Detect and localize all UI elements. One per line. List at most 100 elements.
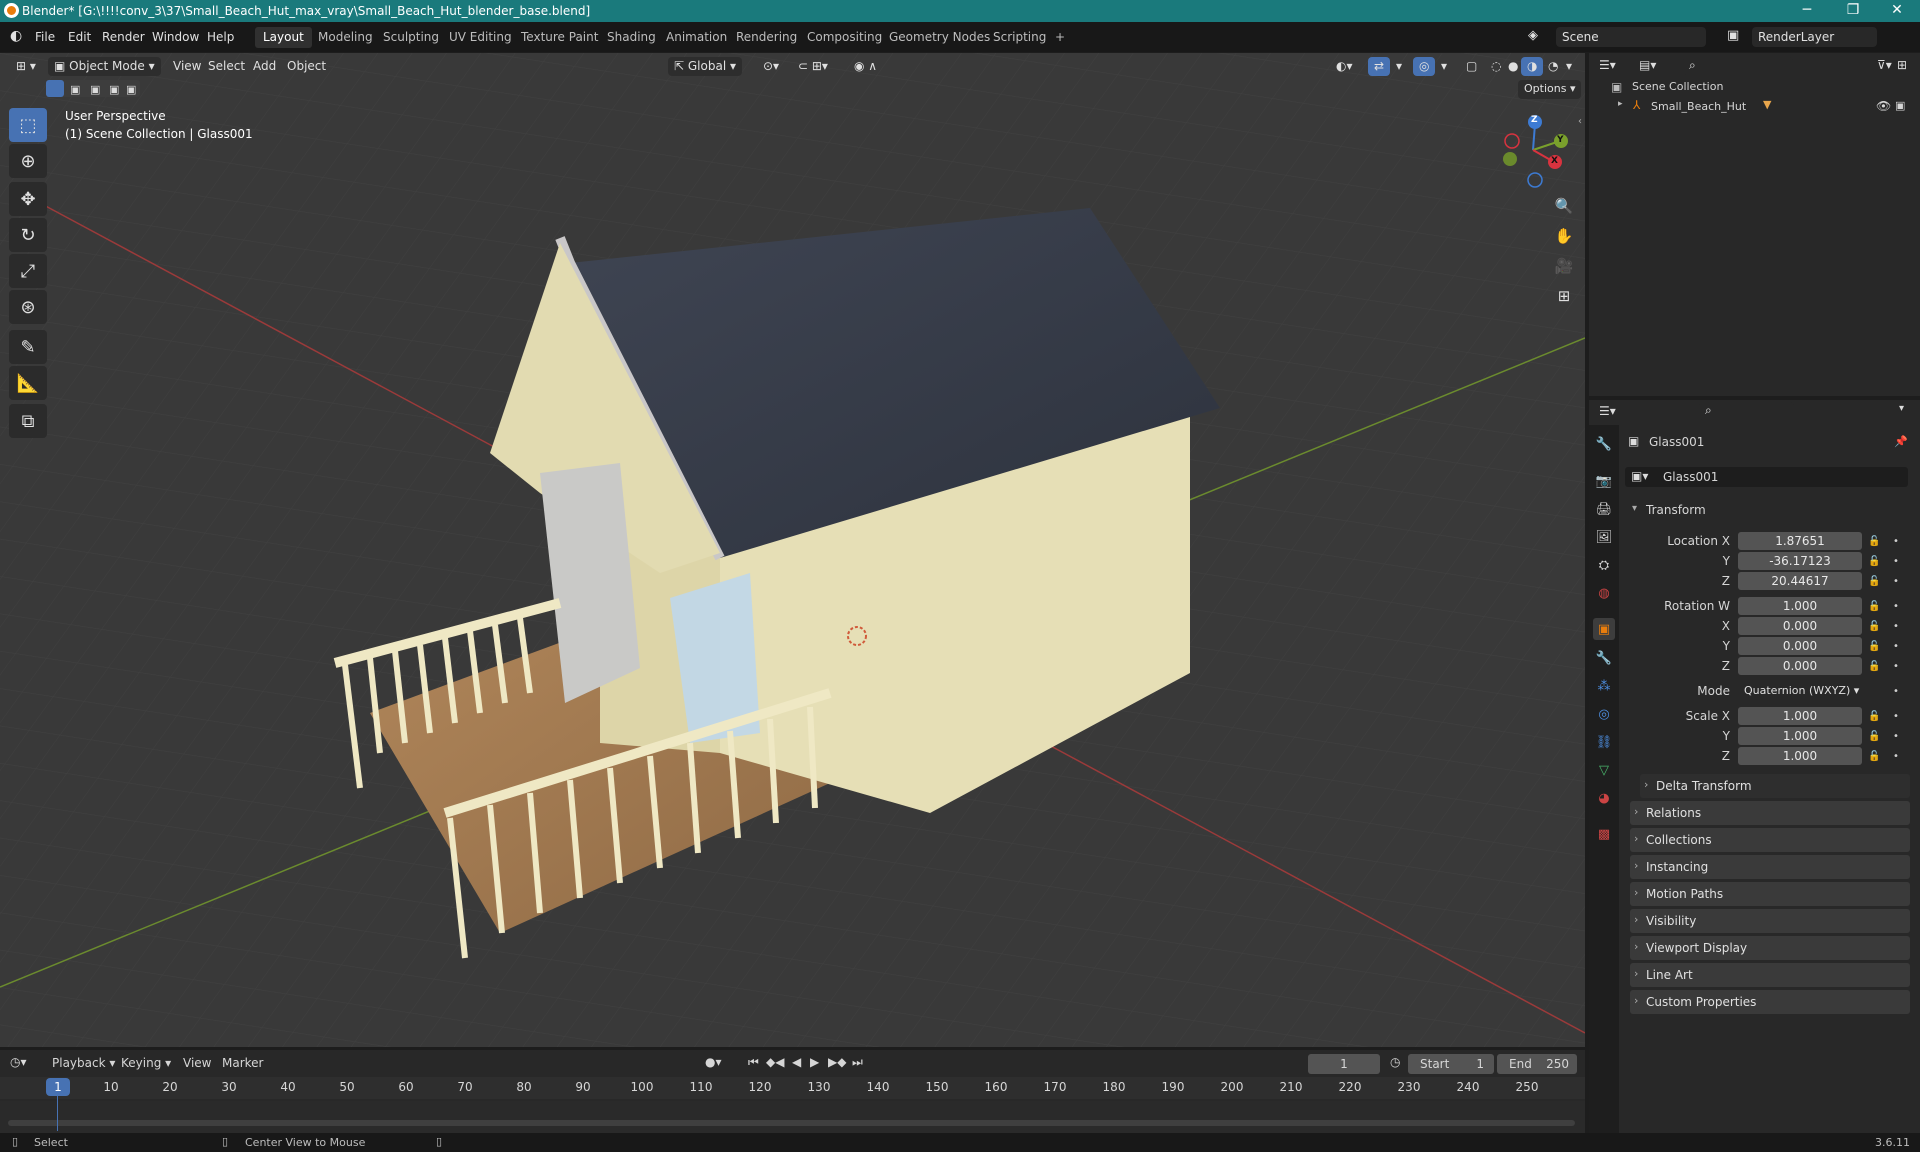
- overlay-toggle-icon[interactable]: ◎: [1413, 57, 1436, 76]
- 3d-viewport[interactable]: [0, 53, 1585, 1047]
- lock-rotation-w-icon[interactable]: 🔓: [1868, 601, 1880, 612]
- constraints-tab-icon[interactable]: ⛓: [1593, 731, 1615, 753]
- pin-icon[interactable]: 📌: [1894, 435, 1908, 448]
- tab-geometry-nodes[interactable]: Geometry Nodes: [881, 27, 998, 48]
- navigation-gizmo[interactable]: Z Y X: [1500, 112, 1570, 192]
- motion-paths-panel[interactable]: › Motion Paths: [1630, 882, 1910, 906]
- lock-scale-y-icon[interactable]: 🔓: [1868, 731, 1880, 742]
- material-shading-icon[interactable]: ◑: [1521, 57, 1544, 76]
- orientation-selector[interactable]: ⇱ Global ▾: [668, 57, 742, 76]
- visibility-panel[interactable]: › Visibility: [1630, 909, 1910, 933]
- line-art-panel[interactable]: › Line Art: [1630, 963, 1910, 987]
- new-collection-icon[interactable]: ⊞: [1897, 58, 1907, 72]
- lock-scale-z-icon[interactable]: 🔓: [1868, 751, 1880, 762]
- end-frame-field[interactable]: End 250: [1497, 1054, 1577, 1074]
- lock-rotation-x-icon[interactable]: 🔓: [1868, 621, 1880, 632]
- jump-keyframe-back-icon[interactable]: ◆◀: [766, 1055, 784, 1069]
- scene-selector[interactable]: Scene: [1556, 27, 1706, 47]
- minimize-button[interactable]: ─: [1784, 0, 1830, 22]
- data-tab-icon[interactable]: ▽: [1593, 759, 1615, 781]
- lock-rotation-y-icon[interactable]: 🔓: [1868, 641, 1880, 652]
- scale-x-field[interactable]: 1.000: [1738, 707, 1862, 725]
- proportional-edit-icon[interactable]: ◉ ∧: [848, 57, 883, 76]
- gizmo-toggle-icon[interactable]: ⇄: [1368, 57, 1391, 76]
- menu-marker[interactable]: Marker: [222, 1056, 263, 1070]
- visibility-selector-icon[interactable]: ◐▾: [1330, 57, 1359, 76]
- keyframe-dot-icon[interactable]: •: [1893, 731, 1899, 742]
- lock-location-y-icon[interactable]: 🔓: [1868, 556, 1880, 567]
- sidebar-toggle-icon[interactable]: ‹: [1578, 116, 1582, 127]
- menu-render[interactable]: Render: [102, 30, 145, 44]
- menu-window[interactable]: Window: [152, 30, 199, 44]
- properties-search-input[interactable]: ⌕: [1699, 402, 1794, 420]
- auto-keying-icon[interactable]: ●▾: [705, 1055, 722, 1069]
- keyframe-dot-icon[interactable]: •: [1893, 751, 1899, 762]
- tab-sculpting[interactable]: Sculpting: [375, 27, 447, 48]
- mode-selector[interactable]: ▣ Object Mode ▾: [48, 57, 161, 76]
- location-y-field[interactable]: -36.17123: [1738, 552, 1862, 570]
- ortho-toggle-icon[interactable]: ⊞: [1551, 283, 1577, 309]
- editor-type-button[interactable]: ⊞ ▾: [10, 57, 42, 76]
- tab-modeling[interactable]: Modeling: [310, 27, 381, 48]
- material-tab-icon[interactable]: ◕: [1593, 787, 1615, 809]
- render-layer-selector[interactable]: RenderLayer: [1752, 27, 1877, 47]
- collections-panel[interactable]: › Collections: [1630, 828, 1910, 852]
- xray-icon[interactable]: ▢: [1460, 57, 1483, 76]
- transform-tool[interactable]: ⊛: [9, 290, 47, 324]
- jump-start-icon[interactable]: ⏮: [748, 1055, 759, 1070]
- keyframe-dot-icon[interactable]: •: [1893, 621, 1899, 632]
- rotation-x-field[interactable]: 0.000: [1738, 617, 1862, 635]
- particles-tab-icon[interactable]: ⁂: [1593, 675, 1615, 697]
- tab-shading[interactable]: Shading: [599, 27, 664, 48]
- select-new-icon[interactable]: [46, 80, 64, 97]
- shading-dropdown-icon[interactable]: ▾: [1560, 57, 1578, 76]
- playhead-frame-label[interactable]: 1: [46, 1078, 70, 1096]
- transform-panel-header[interactable]: ▾ Transform: [1628, 498, 1910, 522]
- pivot-icon[interactable]: ⊙▾: [757, 57, 785, 76]
- world-tab-icon[interactable]: ◍: [1593, 582, 1615, 604]
- play-icon[interactable]: ▶: [810, 1055, 819, 1069]
- play-reverse-icon[interactable]: ◀: [792, 1055, 801, 1069]
- lock-scale-x-icon[interactable]: 🔓: [1868, 711, 1880, 722]
- rotation-mode-dropdown[interactable]: Quaternion (WXYZ) ▾: [1738, 682, 1862, 700]
- jump-end-icon[interactable]: ⏭: [852, 1055, 863, 1070]
- rotation-z-field[interactable]: 0.000: [1738, 657, 1862, 675]
- gizmo-dropdown-icon[interactable]: ▾: [1390, 57, 1408, 76]
- custom-properties-panel[interactable]: › Custom Properties: [1630, 990, 1910, 1014]
- add-cube-tool[interactable]: ⧉: [9, 404, 47, 438]
- cursor-tool[interactable]: ⊕: [9, 144, 47, 178]
- render-tab-icon[interactable]: 📷: [1593, 470, 1615, 492]
- rotate-tool[interactable]: ↻: [9, 218, 47, 252]
- outliner-item-small-beach-hut[interactable]: Small_Beach_Hut: [1651, 100, 1746, 113]
- rotation-y-field[interactable]: 0.000: [1738, 637, 1862, 655]
- select-subtract-icon[interactable]: ▣: [90, 83, 100, 96]
- location-x-field[interactable]: 1.87651: [1738, 532, 1862, 550]
- tab-rendering[interactable]: Rendering: [728, 27, 805, 48]
- menu-help[interactable]: Help: [207, 30, 234, 44]
- modifier-tab-icon[interactable]: 🔧: [1593, 647, 1615, 669]
- menu-timeline-view[interactable]: View: [183, 1056, 211, 1070]
- menu-add[interactable]: Add: [247, 57, 282, 76]
- tab-animation[interactable]: Animation: [658, 27, 735, 48]
- keyframe-dot-icon[interactable]: •: [1893, 641, 1899, 652]
- move-tool[interactable]: ✥: [9, 182, 47, 216]
- output-tab-icon[interactable]: 🖨: [1593, 498, 1615, 520]
- keyframe-dot-icon[interactable]: •: [1893, 711, 1899, 722]
- instancing-panel[interactable]: › Instancing: [1630, 855, 1910, 879]
- rotation-w-field[interactable]: 1.000: [1738, 597, 1862, 615]
- pan-view-icon[interactable]: ✋: [1551, 223, 1577, 249]
- select-box-tool[interactable]: ⬚: [9, 108, 47, 142]
- lock-rotation-z-icon[interactable]: 🔓: [1868, 661, 1880, 672]
- properties-options-icon[interactable]: ▾: [1899, 403, 1904, 414]
- select-extend-icon[interactable]: ▣: [70, 83, 80, 96]
- keyframe-dot-icon[interactable]: •: [1893, 576, 1899, 587]
- physics-tab-icon[interactable]: ◎: [1593, 703, 1615, 725]
- render-camera-icon[interactable]: ▣: [1895, 99, 1905, 112]
- start-frame-field[interactable]: Start 1: [1408, 1054, 1494, 1074]
- select-intersect-icon[interactable]: ▣: [126, 83, 136, 96]
- menu-select[interactable]: Select: [202, 57, 251, 76]
- annotate-tool[interactable]: ✎: [9, 330, 47, 364]
- display-mode-icon[interactable]: ▤▾: [1639, 58, 1656, 72]
- viewport-display-panel[interactable]: › Viewport Display: [1630, 936, 1910, 960]
- location-z-field[interactable]: 20.44617: [1738, 572, 1862, 590]
